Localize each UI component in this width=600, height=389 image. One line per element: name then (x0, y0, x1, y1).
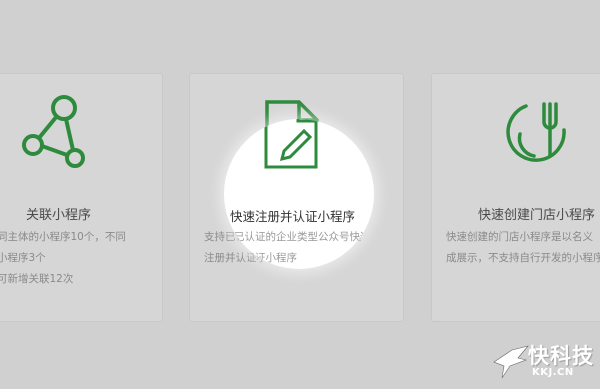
card-desc-line: 支持已认证的企业类型公众号快速 (224, 231, 371, 243)
watermark-url: KKJ.CN (532, 367, 574, 378)
bird-logo-icon (493, 345, 529, 379)
card-link-mini-program[interactable]: 关联小程序 同主体的小程序10个，不同 小程序3个 可新增关联12次 (0, 73, 163, 322)
connected-nodes-icon (22, 95, 85, 168)
stage: 关联小程序 同主体的小程序10个，不同 小程序3个 可新增关联12次 支持已认证… (0, 0, 600, 389)
card-create-store[interactable]: 快速创建门店小程序 快速创建的门店小程序是以名义 成展示，不支持自行开发的小程序 (431, 73, 600, 322)
document-edit-icon (264, 119, 318, 169)
card-desc-line: 同主体的小程序10个，不同 (0, 231, 126, 243)
highlighted-desc: 支持已认证的企业类型公众号快速 注册并认证小程序 (224, 227, 371, 269)
card-desc-line: 注册并认证小程序 (224, 252, 297, 264)
watermark-brand: 快科技 (528, 344, 594, 368)
highlighted-title: 快速注册并认证小程序 (230, 209, 356, 224)
card-desc-line: 成展示，不支持自行开发的小程序 (446, 252, 600, 264)
kkj-watermark: 快科技 KKJ.CN (492, 338, 600, 389)
fork-store-icon (506, 102, 566, 162)
card-desc-line: 小程序3个 (0, 252, 46, 264)
card-desc-line: 可新增关联12次 (0, 273, 74, 285)
spotlight-highlight: 快速注册并认证小程序 支持已认证的企业类型公众号快速 注册并认证小程序 (224, 119, 374, 269)
card-title: 快速创建门店小程序 (478, 208, 596, 223)
card-desc-line: 快速创建的门店小程序是以名义 (446, 231, 593, 243)
card-title: 关联小程序 (26, 208, 92, 223)
